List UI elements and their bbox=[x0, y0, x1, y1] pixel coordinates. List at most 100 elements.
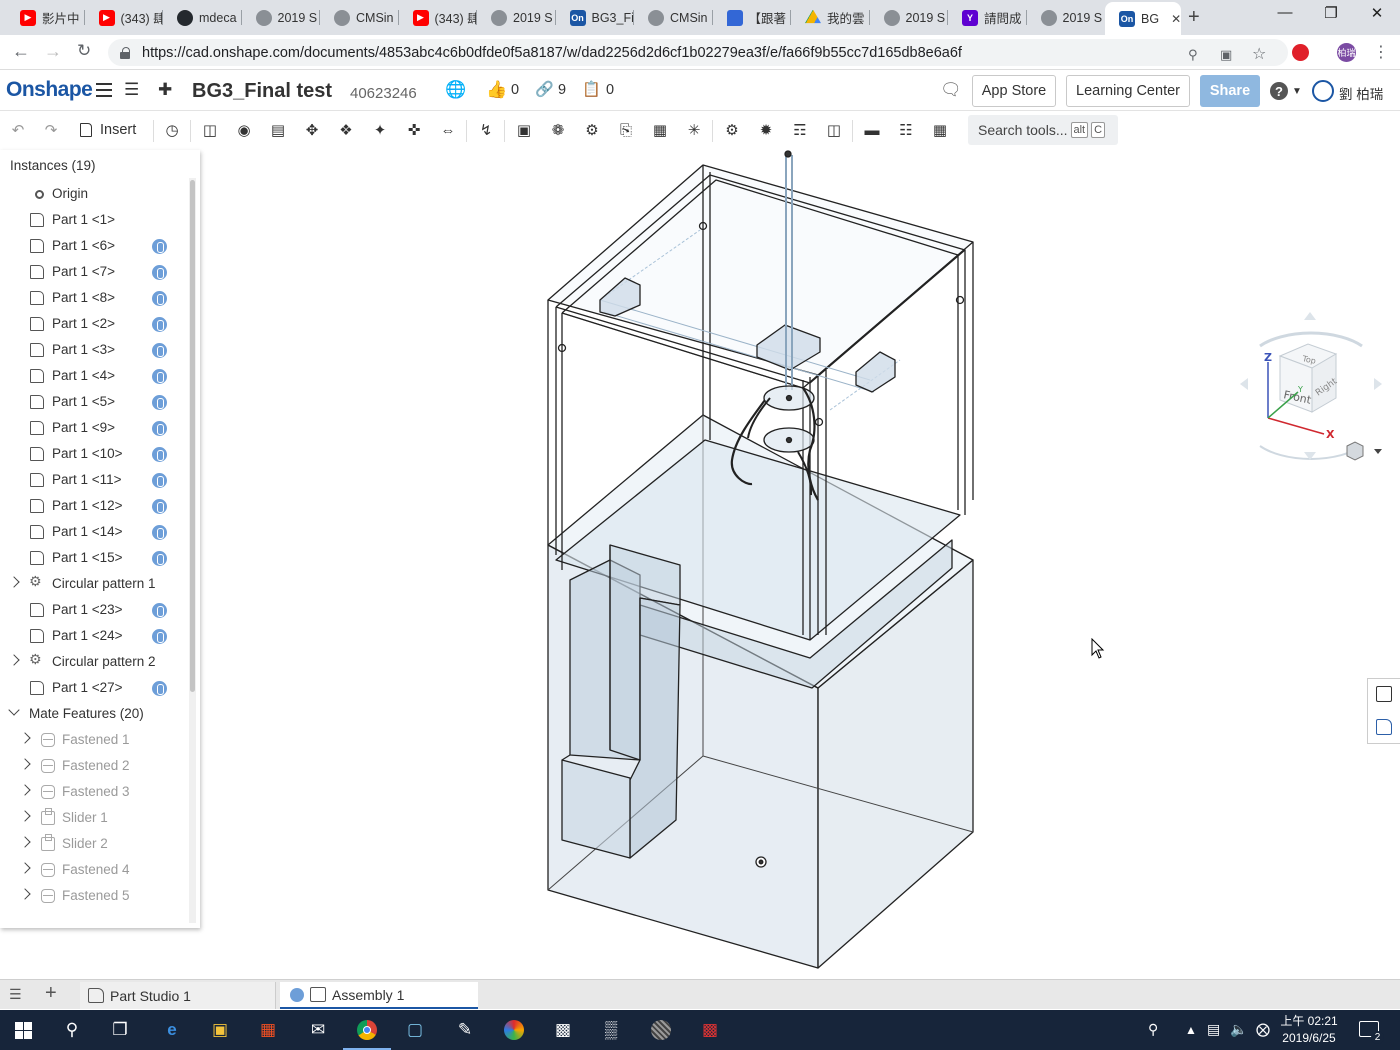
browser-tab[interactable]: 2019 S bbox=[477, 4, 556, 31]
mate-features-header[interactable]: Mate Features (20) bbox=[0, 701, 190, 727]
pin-slot-mate-icon[interactable]: ✦ bbox=[370, 120, 390, 140]
mate-connector-icon[interactable] bbox=[152, 551, 167, 566]
expand-chevron-icon[interactable] bbox=[19, 732, 31, 744]
help-icon[interactable]: ? bbox=[1270, 82, 1288, 100]
revolute-mate-icon[interactable]: ◉ bbox=[234, 120, 254, 140]
mate-connector-icon[interactable] bbox=[152, 239, 167, 254]
instance-item[interactable]: Part 1 <15> bbox=[0, 545, 190, 571]
onshape-logo[interactable]: Onshape bbox=[6, 78, 93, 102]
file-explorer-icon[interactable]: ▣ bbox=[208, 1018, 232, 1042]
network-icon[interactable]: ▤ bbox=[1207, 1021, 1220, 1038]
browser-tab[interactable]: ▶ (343) 肆 bbox=[399, 4, 477, 31]
circular-pattern-icon[interactable]: ✹ bbox=[756, 120, 776, 140]
configuration-panel-icon[interactable] bbox=[1376, 719, 1392, 735]
browser-tab[interactable]: 我的雲 bbox=[791, 4, 870, 31]
instances-scrollbar-thumb[interactable] bbox=[190, 180, 195, 692]
share-button[interactable]: Share bbox=[1200, 75, 1260, 107]
close-tab-icon[interactable]: ✕ bbox=[1171, 12, 1181, 26]
instance-item[interactable]: Part 1 <1> bbox=[0, 207, 190, 233]
edge-icon[interactable]: e bbox=[160, 1018, 184, 1042]
expand-chevron-icon[interactable] bbox=[19, 888, 31, 900]
collapse-chevron-icon[interactable] bbox=[8, 704, 20, 716]
expand-chevron-icon[interactable] bbox=[19, 862, 31, 874]
browser-tab[interactable]: 【跟著 bbox=[713, 4, 791, 31]
task-view-icon[interactable]: ❐ bbox=[108, 1018, 132, 1042]
link-icon[interactable]: 🔗 bbox=[535, 80, 554, 98]
viewcube-front-label[interactable]: Front bbox=[1282, 388, 1313, 407]
browser-tab[interactable]: ▶ (343) 肆 bbox=[85, 4, 163, 31]
app-icon-clapper[interactable]: ▩ bbox=[551, 1018, 575, 1042]
instance-item[interactable]: Part 1 <9> bbox=[0, 415, 190, 441]
appearance-panel-icon[interactable] bbox=[1376, 686, 1392, 702]
viewcube-top-label[interactable]: Top bbox=[1301, 354, 1317, 366]
instance-item[interactable]: Part 1 <7> bbox=[0, 259, 190, 285]
search-tools-input[interactable]: Search tools... alt C bbox=[968, 115, 1118, 145]
mate-feature-item[interactable]: Slider 1 bbox=[0, 805, 190, 831]
mate-connector-icon[interactable] bbox=[152, 603, 167, 618]
public-globe-icon[interactable]: 🌐 bbox=[445, 80, 466, 100]
viewcube-right-label[interactable]: Right bbox=[1314, 376, 1340, 398]
omnibox[interactable]: https://cad.onshape.com/documents/4853ab… bbox=[108, 39, 1288, 66]
parallel-mate-icon[interactable]: ⇔ bbox=[438, 120, 458, 140]
new-tab-button[interactable]: + bbox=[1188, 6, 1200, 29]
graphics-viewport[interactable]: Top Front Right Z X Y bbox=[0, 148, 1400, 978]
version-tree-icon[interactable]: ☰ bbox=[124, 80, 139, 100]
app-icon-red[interactable]: ▩ bbox=[698, 1018, 722, 1042]
mute-indicator-icon[interactable]: ⨂ bbox=[1256, 1021, 1270, 1038]
mate-feature-item[interactable]: Fastened 4 bbox=[0, 857, 190, 883]
learning-center-button[interactable]: Learning Center bbox=[1066, 75, 1190, 107]
mate-connector-icon[interactable] bbox=[152, 473, 167, 488]
add-tab-button[interactable]: + bbox=[45, 982, 57, 1005]
browser-tab[interactable]: 2019 S bbox=[870, 4, 948, 31]
system-clock[interactable]: 上午 02:21 2019/6/25 bbox=[1276, 1013, 1342, 1047]
key-icon[interactable]: ⚲ bbox=[1188, 47, 1198, 63]
copy-icon[interactable]: 📋 bbox=[582, 80, 601, 98]
browser-tab[interactable]: On BG ✕ bbox=[1105, 2, 1181, 35]
instance-item[interactable]: Circular pattern 1 bbox=[0, 571, 190, 597]
search-icon[interactable]: ⚲ bbox=[60, 1018, 84, 1042]
cylindrical-mate-icon[interactable]: ❖ bbox=[336, 120, 356, 140]
forward-button[interactable]: → bbox=[44, 41, 62, 62]
gear-relation-icon[interactable]: ⚙ bbox=[582, 120, 602, 140]
instance-item[interactable]: Part 1 <8> bbox=[0, 285, 190, 311]
profile-avatar[interactable]: 柏瑞 bbox=[1337, 43, 1356, 62]
mate-feature-item[interactable]: Fastened 1 bbox=[0, 727, 190, 753]
rack-pinion-icon[interactable]: ⎘ bbox=[616, 120, 636, 140]
measure-icon[interactable]: ▦ bbox=[930, 120, 950, 140]
view-cube[interactable]: Top Front Right Z X Y bbox=[1232, 306, 1392, 466]
mate-feature-item[interactable]: Fastened 2 bbox=[0, 753, 190, 779]
close-window-button[interactable]: ✕ bbox=[1354, 4, 1400, 22]
replicate-icon[interactable]: ☶ bbox=[790, 120, 810, 140]
mate-connector-icon[interactable] bbox=[152, 317, 167, 332]
translate-icon[interactable]: ▣ bbox=[1220, 47, 1232, 63]
add-branch-icon[interactable]: ✚ bbox=[158, 80, 172, 100]
mate-connector-icon[interactable] bbox=[152, 291, 167, 306]
app-icon-pen[interactable]: ✎ bbox=[453, 1018, 477, 1042]
linear-relation-icon[interactable]: ✳ bbox=[684, 120, 704, 140]
expand-chevron-icon[interactable] bbox=[8, 654, 20, 666]
mate-connector-icon[interactable]: ▣ bbox=[514, 120, 534, 140]
browser-tab[interactable]: mdeca bbox=[163, 4, 242, 31]
expand-chevron-icon[interactable] bbox=[8, 576, 20, 588]
tray-overflow-icon[interactable]: ▲ bbox=[1185, 1023, 1197, 1037]
comments-icon[interactable]: 🗨 bbox=[940, 80, 962, 100]
ball-mate-icon[interactable]: ✜ bbox=[404, 120, 424, 140]
mate-connector-icon[interactable] bbox=[152, 265, 167, 280]
restore-button[interactable]: ❐ bbox=[1308, 4, 1354, 22]
chrome-icon[interactable] bbox=[343, 1018, 391, 1050]
instance-item[interactable]: Part 1 <10> bbox=[0, 441, 190, 467]
mail-icon[interactable]: ✉ bbox=[306, 1018, 330, 1042]
browser-tab[interactable]: CMSin bbox=[320, 4, 399, 31]
instance-item[interactable]: Part 1 <27> bbox=[0, 675, 190, 701]
instances-title[interactable]: Instances (19) bbox=[10, 158, 96, 173]
mate-connector-icon[interactable] bbox=[152, 395, 167, 410]
instance-item[interactable]: Part 1 <5> bbox=[0, 389, 190, 415]
mate-connector-icon[interactable] bbox=[152, 499, 167, 514]
instance-item[interactable]: Part 1 <2> bbox=[0, 311, 190, 337]
terminal-icon[interactable]: ▒ bbox=[599, 1018, 623, 1042]
reload-button[interactable]: ↻ bbox=[77, 41, 91, 61]
browser-tab[interactable]: 2019 S bbox=[242, 4, 320, 31]
browser-tab[interactable]: CMSin bbox=[634, 4, 713, 31]
instance-item[interactable]: Part 1 <23> bbox=[0, 597, 190, 623]
bookmark-star-icon[interactable]: ☆ bbox=[1252, 44, 1266, 64]
